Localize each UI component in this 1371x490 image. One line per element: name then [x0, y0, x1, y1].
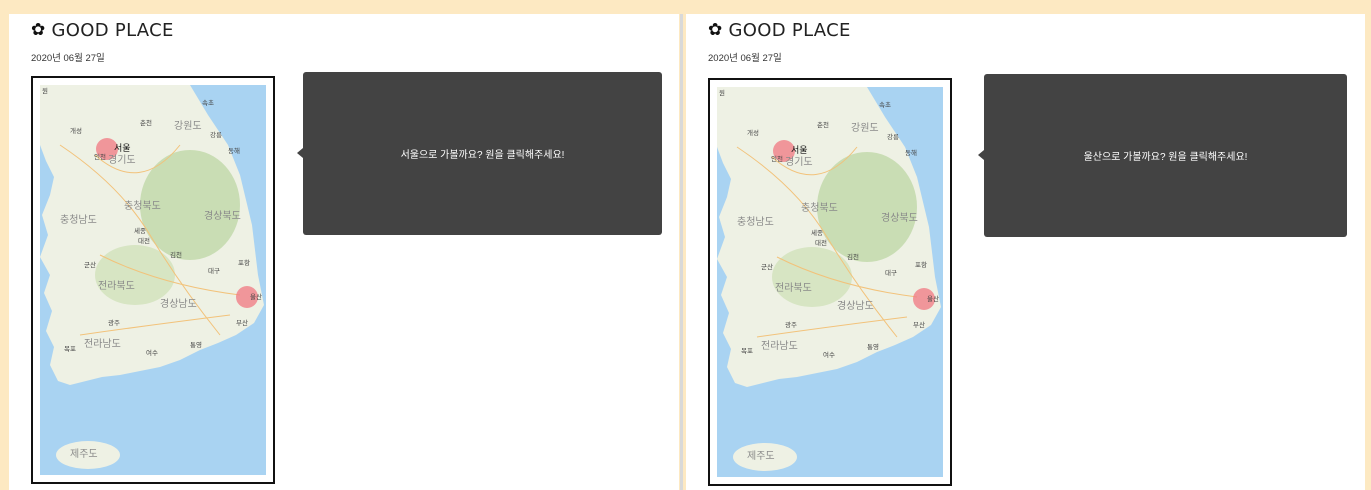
- map-region-label: 전라북도: [775, 282, 812, 294]
- map-label: 통영: [867, 342, 879, 351]
- map-label: 울산: [927, 294, 939, 303]
- map-label: 통영: [190, 340, 202, 349]
- map-region-label: 강원도: [851, 122, 879, 134]
- map-region-label: 경기도: [108, 153, 136, 166]
- card-title-text: GOOD PLACE: [51, 20, 174, 41]
- good-place-card-ulsan: ✿ GOOD PLACE 2020년 06월 27일 원 속초 개성 춘천 강릉…: [686, 14, 1365, 490]
- korea-map-svg: 원 속초 개성 춘천 강릉 서울 인천 동해 세종 대전 김천 포항 군산 대구…: [717, 87, 943, 477]
- map-label: 속초: [202, 99, 214, 107]
- map-label: 대전: [815, 238, 827, 247]
- map-label: 대구: [208, 267, 220, 275]
- map-label: 서울: [791, 145, 808, 156]
- map-label: 군산: [84, 260, 96, 269]
- card-date: 2020년 06월 27일: [708, 53, 782, 64]
- good-place-card-seoul: ✿ GOOD PLACE 2020년 06월 27일 원 속초 개성 춘천 강릉…: [9, 14, 679, 490]
- map-label: 포항: [238, 258, 250, 267]
- flower-icon: ✿: [31, 20, 46, 40]
- map-label: 목포: [64, 345, 76, 353]
- map-label: 동해: [905, 148, 917, 157]
- korea-map: 원 속초 개성 춘천 강릉 서울 인천 동해 세종 대전 김천 포항 군산 대구…: [708, 78, 952, 486]
- korea-map-svg: 원 속초 개성 춘천 강릉 서울 인천 동해 세종 대전 김천 포항 군산 대구…: [40, 85, 266, 475]
- flower-icon: ✿: [708, 20, 723, 40]
- map-label: 원: [719, 88, 725, 97]
- map-label: 춘천: [140, 118, 152, 127]
- tooltip-text: 울산으로 가볼까요? 원을 클릭해주세요!: [1083, 152, 1248, 163]
- map-label: 개성: [70, 126, 82, 135]
- map-region-label: 제주도: [747, 450, 775, 462]
- map-region-label: 경상남도: [837, 299, 874, 312]
- map-label: 강릉: [887, 132, 899, 141]
- map-label: 부산: [913, 320, 925, 329]
- card-date: 2020년 06월 27일: [31, 53, 105, 64]
- map-label: 개성: [747, 128, 759, 137]
- map-label: 인천: [771, 154, 783, 163]
- map-region-label: 충청북도: [124, 200, 161, 212]
- map-label: 광주: [785, 321, 797, 329]
- map-region-label: 경기도: [785, 155, 813, 168]
- tooltip-box: 서울으로 가볼까요? 원을 클릭해주세요!: [297, 72, 662, 235]
- tooltip-box: 울산으로 가볼까요? 원을 클릭해주세요!: [978, 74, 1347, 237]
- map-label: 세종: [811, 228, 823, 237]
- map-region-label: 전라남도: [84, 338, 121, 350]
- map-region-label: 충청북도: [801, 202, 838, 214]
- map-label: 군산: [761, 262, 773, 271]
- map-label: 포항: [915, 260, 927, 269]
- map-label: 원: [42, 86, 48, 95]
- map-label: 동해: [228, 146, 240, 155]
- map-label: 여수: [146, 348, 158, 357]
- map-label: 김천: [847, 252, 859, 261]
- map-label: 춘천: [817, 120, 829, 129]
- card-title-text: GOOD PLACE: [728, 20, 851, 41]
- map-label: 광주: [108, 319, 120, 327]
- map-label: 울산: [250, 292, 262, 301]
- map-region-label: 강원도: [174, 120, 202, 132]
- map-region-label: 경상남도: [160, 297, 197, 310]
- map-label: 속초: [879, 101, 891, 109]
- map-region-label: 경상북도: [881, 211, 918, 224]
- tooltip-text: 서울으로 가볼까요? 원을 클릭해주세요!: [400, 150, 565, 161]
- map-region-label: 충청남도: [60, 214, 97, 226]
- map-label: 대구: [885, 269, 897, 277]
- map-label: 대전: [138, 236, 150, 245]
- panel-divider: [680, 14, 683, 490]
- map-region-label: 충청남도: [737, 216, 774, 228]
- card-title: ✿ GOOD PLACE: [708, 20, 851, 41]
- mountain-region: [95, 245, 175, 305]
- korea-map: 원 속초 개성 춘천 강릉 서울 인천 동해 세종 대전 김천 포항 군산 대구…: [31, 76, 275, 484]
- map-region-label: 전라남도: [761, 340, 798, 352]
- map-label: 서울: [114, 143, 131, 154]
- mountain-region: [772, 247, 852, 307]
- map-label: 부산: [236, 318, 248, 327]
- map-label: 여수: [823, 350, 835, 359]
- map-label: 김천: [170, 250, 182, 259]
- map-label: 강릉: [210, 130, 222, 139]
- map-region-label: 제주도: [70, 448, 98, 460]
- map-label: 세종: [134, 226, 146, 235]
- map-label: 인천: [94, 152, 106, 161]
- card-title: ✿ GOOD PLACE: [31, 20, 174, 41]
- map-label: 목포: [741, 347, 753, 355]
- map-region-label: 전라북도: [98, 280, 135, 292]
- map-region-label: 경상북도: [204, 209, 241, 222]
